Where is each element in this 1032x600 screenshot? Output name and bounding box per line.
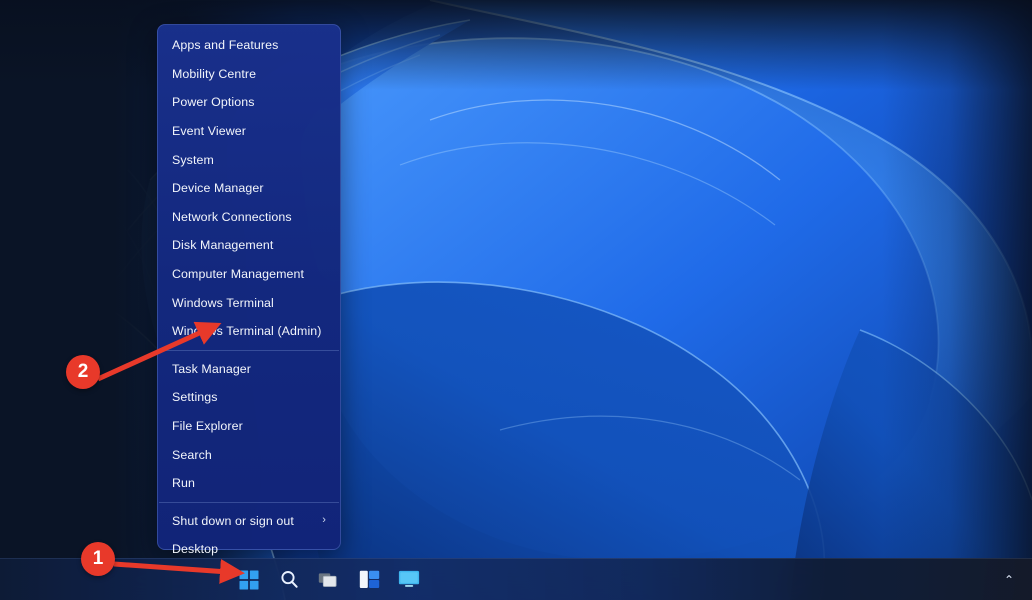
menu-item-label: Search <box>172 448 330 462</box>
menu-item-label: Power Options <box>172 95 330 109</box>
task-view-icon <box>318 570 340 590</box>
menu-item-power-options[interactable]: Power Options <box>158 88 340 117</box>
menu-item-computer-management[interactable]: Computer Management <box>158 260 340 289</box>
menu-item-label: Disk Management <box>172 238 330 252</box>
menu-item-label: Run <box>172 476 330 490</box>
widgets-button[interactable] <box>356 567 382 593</box>
task-view-button[interactable] <box>316 567 342 593</box>
menu-item-label: Settings <box>172 390 330 404</box>
menu-item-label: Desktop <box>172 542 330 556</box>
menu-item-apps-and-features[interactable]: Apps and Features <box>158 31 340 60</box>
taskbar: ⌃ <box>0 558 1032 600</box>
menu-item-label: File Explorer <box>172 419 330 433</box>
menu-item-mobility-centre[interactable]: Mobility Centre <box>158 60 340 89</box>
menu-item-search[interactable]: Search <box>158 440 340 469</box>
menu-item-task-manager[interactable]: Task Manager <box>158 355 340 384</box>
menu-item-label: Windows Terminal (Admin) <box>172 324 330 338</box>
system-tray: ⌃ <box>1000 571 1018 589</box>
separator-1 <box>159 350 339 351</box>
menu-item-run[interactable]: Run <box>158 469 340 498</box>
menu-item-label: System <box>172 153 330 167</box>
win-x-power-user-menu[interactable]: Apps and Features Mobility Centre Power Op… <box>157 24 341 550</box>
search-button[interactable] <box>276 567 302 593</box>
start-button[interactable] <box>236 567 262 593</box>
menu-item-windows-terminal[interactable]: Windows Terminal <box>158 288 340 317</box>
menu-item-windows-terminal-admin[interactable]: Windows Terminal (Admin) <box>158 317 340 346</box>
menu-item-label: Shut down or sign out <box>172 514 322 528</box>
menu-item-label: Windows Terminal <box>172 296 330 310</box>
menu-item-settings[interactable]: Settings <box>158 383 340 412</box>
menu-item-event-viewer[interactable]: Event Viewer <box>158 117 340 146</box>
search-icon <box>279 569 300 590</box>
show-hidden-icons-chevron[interactable]: ⌃ <box>1000 571 1018 589</box>
menu-item-system[interactable]: System <box>158 145 340 174</box>
bloom-wallpaper-art <box>0 0 1032 600</box>
widgets-icon <box>359 570 380 589</box>
menu-item-label: Mobility Centre <box>172 67 330 81</box>
menu-item-shut-down-or-sign-out[interactable]: Shut down or sign out› <box>158 507 340 536</box>
taskbar-center-group <box>236 567 422 593</box>
menu-item-label: Computer Management <box>172 267 330 281</box>
menu-item-label: Apps and Features <box>172 38 330 52</box>
menu-item-label: Network Connections <box>172 210 330 224</box>
menu-item-label: Device Manager <box>172 181 330 195</box>
separator-2 <box>159 502 339 503</box>
menu-item-device-manager[interactable]: Device Manager <box>158 174 340 203</box>
menu-item-disk-management[interactable]: Disk Management <box>158 231 340 260</box>
chat-button[interactable] <box>396 567 422 593</box>
annotation-marker-1: 1 <box>81 542 115 576</box>
annotation-marker-2: 2 <box>66 355 100 389</box>
desktop-wallpaper <box>0 0 1032 600</box>
menu-item-file-explorer[interactable]: File Explorer <box>158 412 340 441</box>
windows-start-icon <box>239 570 259 590</box>
menu-item-label: Event Viewer <box>172 124 330 138</box>
menu-item-network-connections[interactable]: Network Connections <box>158 203 340 232</box>
chevron-right-icon: › <box>322 515 330 526</box>
menu-item-label: Task Manager <box>172 362 330 376</box>
desktop-screen: Apps and Features Mobility Centre Power Op… <box>0 0 1032 600</box>
chat-teams-icon <box>398 570 420 589</box>
